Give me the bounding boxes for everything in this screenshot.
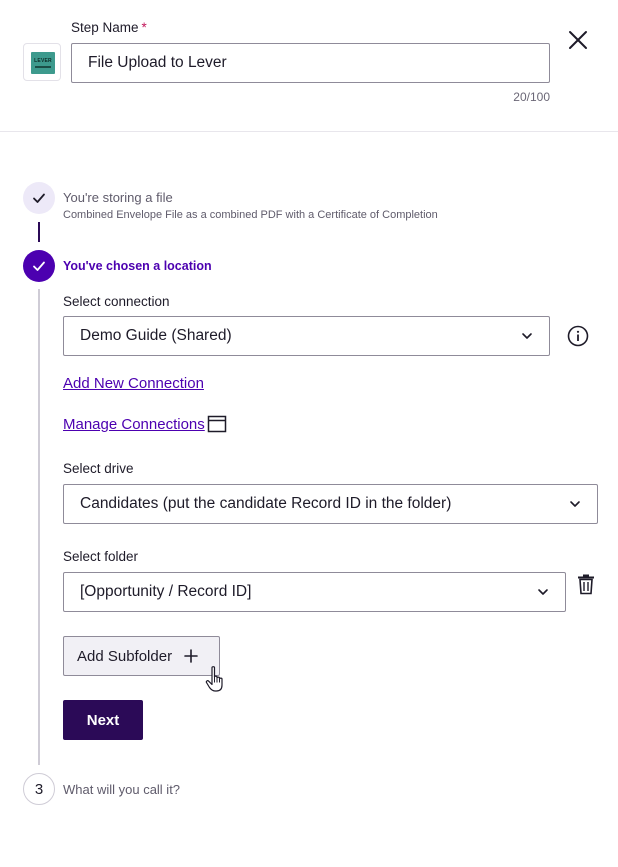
chevron-down-icon bbox=[522, 333, 532, 339]
add-subfolder-label: Add Subfolder bbox=[77, 647, 173, 665]
folder-value: [Opportunity / Record ID] bbox=[80, 583, 252, 600]
folder-select[interactable]: [Opportunity / Record ID] bbox=[63, 572, 566, 612]
info-icon bbox=[567, 325, 589, 347]
connection-info-button[interactable] bbox=[566, 324, 590, 348]
folder-label: Select folder bbox=[63, 549, 139, 564]
close-icon bbox=[569, 31, 587, 49]
step-2-title: You've chosen a location bbox=[63, 259, 212, 273]
app-logo: LEVER bbox=[23, 43, 61, 81]
plus-icon bbox=[184, 649, 198, 663]
manage-connections-row: Manage Connections bbox=[63, 414, 227, 434]
step-1-subtitle: Combined Envelope File as a combined PDF… bbox=[63, 209, 438, 221]
step-3-indicator: 3 bbox=[23, 773, 55, 805]
hand-cursor-icon bbox=[205, 666, 223, 692]
drive-label: Select drive bbox=[63, 461, 134, 476]
external-window-icon[interactable] bbox=[207, 414, 227, 434]
char-count: 20/100 bbox=[513, 90, 550, 104]
step-1-title: You're storing a file bbox=[63, 190, 173, 205]
required-marker: * bbox=[141, 20, 147, 35]
header-divider bbox=[0, 131, 618, 132]
step-3-title: What will you call it? bbox=[63, 782, 181, 797]
add-new-connection-link[interactable]: Add New Connection bbox=[63, 375, 204, 392]
close-button[interactable] bbox=[564, 26, 592, 54]
connection-select[interactable]: Demo Guide (Shared) bbox=[63, 316, 550, 356]
lever-logo-icon: LEVER bbox=[31, 52, 55, 74]
chevron-down-icon bbox=[570, 501, 580, 507]
drive-select[interactable]: Candidates (put the candidate Record ID … bbox=[63, 484, 598, 524]
trash-icon bbox=[578, 574, 594, 595]
chevron-down-icon bbox=[538, 589, 548, 595]
step-connector bbox=[38, 289, 40, 765]
drive-value: Candidates (put the candidate Record ID … bbox=[80, 495, 452, 512]
manage-connections-link[interactable]: Manage Connections bbox=[63, 416, 205, 433]
step-1-indicator bbox=[23, 182, 55, 214]
step-connector bbox=[38, 222, 40, 242]
step-name-input[interactable] bbox=[71, 43, 550, 83]
step-name-label: Step Name * bbox=[71, 20, 147, 35]
delete-folder-button[interactable] bbox=[576, 573, 596, 595]
connection-label: Select connection bbox=[63, 294, 170, 309]
next-button[interactable]: Next bbox=[63, 700, 143, 740]
step-2-indicator bbox=[23, 250, 55, 282]
check-icon bbox=[33, 261, 45, 271]
connection-value: Demo Guide (Shared) bbox=[80, 327, 232, 344]
add-subfolder-button[interactable]: Add Subfolder bbox=[63, 636, 220, 676]
check-icon bbox=[33, 193, 45, 203]
